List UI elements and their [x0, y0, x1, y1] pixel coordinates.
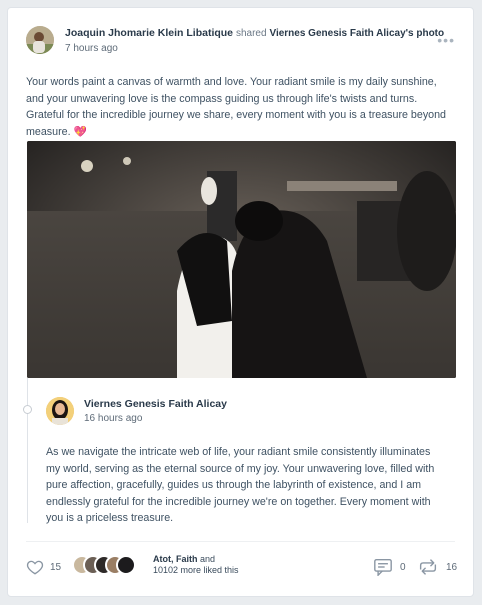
thread-dot	[23, 405, 32, 414]
post-header: Joaquin Jhomarie Klein Libatique shared …	[26, 26, 455, 66]
share-count[interactable]: 16	[446, 562, 457, 573]
like-count[interactable]: 15	[50, 562, 61, 573]
heart-icon[interactable]	[26, 558, 44, 576]
share-icon[interactable]	[417, 558, 439, 576]
liked-by-rest[interactable]: 10102 more liked this	[153, 565, 239, 575]
liked-by-names[interactable]: Atot, Faith	[153, 554, 198, 564]
liker-avatar[interactable]	[116, 555, 136, 575]
shared-author-avatar[interactable]	[46, 397, 74, 425]
liker-avatars[interactable]	[72, 555, 147, 577]
post-text: Your words paint a canvas of warmth and …	[26, 76, 446, 138]
shared-post-text: As we navigate the intricate web of life…	[46, 446, 435, 524]
post-header-line: Joaquin Jhomarie Klein Libatique shared …	[65, 27, 444, 39]
shared-photo-link[interactable]: Viernes Genesis Faith Alicay's photo	[269, 28, 444, 39]
thread-line	[27, 378, 28, 523]
shared-post-time[interactable]: 16 hours ago	[84, 413, 142, 424]
post-body: Your words paint a canvas of warmth and …	[26, 74, 456, 140]
shared-author-name[interactable]: Viernes Genesis Faith Alicay	[84, 398, 227, 410]
shared-photo[interactable]	[27, 141, 456, 378]
footer-divider	[26, 541, 455, 542]
comment-icon[interactable]	[373, 558, 393, 577]
comment-count[interactable]: 0	[400, 562, 406, 573]
liked-by-summary[interactable]: Atot, Faith and 10102 more liked this	[153, 554, 239, 576]
more-horizontal-icon[interactable]: •••	[437, 32, 455, 48]
liked-by-and: and	[200, 554, 216, 564]
author-name[interactable]: Joaquin Jhomarie Klein Libatique	[65, 27, 233, 39]
share-action: shared	[235, 28, 267, 39]
post-card: Joaquin Jhomarie Klein Libatique shared …	[7, 7, 474, 597]
heart-emoji: 💖	[73, 125, 87, 138]
post-footer: 15 Atot, Faith and 10102 more liked this…	[26, 553, 457, 583]
author-avatar[interactable]	[26, 26, 54, 54]
post-time[interactable]: 7 hours ago	[65, 43, 118, 54]
